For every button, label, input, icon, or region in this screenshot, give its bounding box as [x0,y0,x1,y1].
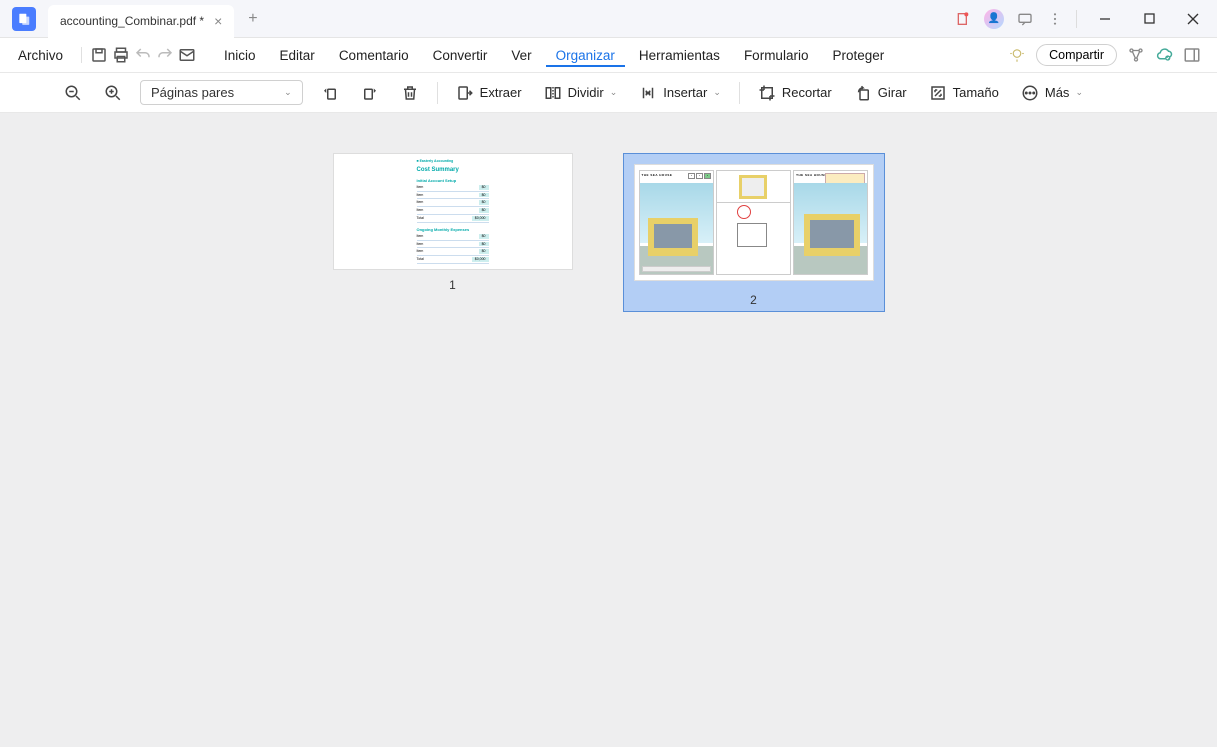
tab-title: accounting_Combinar.pdf * [60,14,204,28]
menu-ver[interactable]: Ver [501,44,541,67]
page-thumbnail-1[interactable]: ■ Easterly Accounting Cost Summary Initi… [333,153,573,292]
split-button[interactable]: Dividir⌄ [540,82,622,104]
zoom-out-button[interactable] [60,82,86,104]
zoom-in-button[interactable] [100,82,126,104]
chevron-down-icon: ⌄ [610,87,618,98]
title-bar: accounting_Combinar.pdf * × + 👤 [0,0,1217,38]
more-icon[interactable] [1046,10,1064,28]
redo-icon[interactable] [156,46,174,64]
rotate-right-button[interactable] [357,82,383,104]
rotate-left-button[interactable] [317,82,343,104]
maximize-button[interactable] [1133,3,1165,35]
page-selection-value: Páginas pares [151,85,234,100]
menu-organizar[interactable]: Organizar [546,44,625,67]
page-selection-dropdown[interactable]: Páginas pares ⌄ [140,80,303,105]
insert-button[interactable]: Insertar⌄ [635,82,725,104]
page-number: 2 [750,293,757,307]
lightbulb-icon[interactable] [1008,46,1026,64]
page-preview: THE SEA HOUSE xxx THE SEA HOUSE [634,164,874,281]
minimize-button[interactable] [1089,3,1121,35]
undo-icon[interactable] [134,46,152,64]
chat-icon[interactable] [1016,10,1034,28]
page-number: 1 [449,278,456,292]
menu-bar: Archivo Inicio Editar Comentario Convert… [0,38,1217,73]
close-tab-icon[interactable]: × [214,13,222,29]
document-tab[interactable]: accounting_Combinar.pdf * × [48,5,234,38]
page-preview: ■ Easterly Accounting Cost Summary Initi… [333,153,573,270]
extract-button[interactable]: Extraer [452,82,526,104]
menu-herramientas[interactable]: Herramientas [629,44,730,67]
cloud-icon[interactable] [1155,46,1173,64]
divider [81,47,82,63]
app-logo-icon [12,7,36,31]
chevron-down-icon: ⌄ [713,87,721,98]
crop-button[interactable]: Recortar [754,82,836,104]
delete-page-button[interactable] [397,82,423,104]
menu-comentario[interactable]: Comentario [329,44,419,67]
chevron-down-icon: ⌄ [284,87,292,98]
menu-convertir[interactable]: Convertir [423,44,498,67]
menu-file[interactable]: Archivo [8,44,73,67]
size-button[interactable]: Tamaño [925,82,1003,104]
divider [739,82,740,104]
menu-inicio[interactable]: Inicio [214,44,266,67]
mail-icon[interactable] [178,46,196,64]
divider [1076,10,1077,28]
notification-icon[interactable] [954,10,972,28]
rotate-button[interactable]: Girar [850,82,911,104]
share-button[interactable]: Compartir [1036,44,1117,66]
close-window-button[interactable] [1177,3,1209,35]
organize-toolbar: Páginas pares ⌄ Extraer Dividir⌄ Inserta… [0,73,1217,113]
page-thumbnail-2[interactable]: THE SEA HOUSE xxx THE SEA HOUSE 2 [623,153,885,312]
connect-icon[interactable] [1127,46,1145,64]
menu-editar[interactable]: Editar [270,44,325,67]
page-organizer-workspace: ■ Easterly Accounting Cost Summary Initi… [0,113,1217,747]
print-icon[interactable] [112,46,130,64]
user-avatar-icon[interactable]: 👤 [984,9,1004,29]
panel-icon[interactable] [1183,46,1201,64]
divider [437,82,438,104]
menu-formulario[interactable]: Formulario [734,44,819,67]
save-icon[interactable] [90,46,108,64]
more-button[interactable]: Más⌄ [1017,82,1087,104]
menu-proteger[interactable]: Proteger [822,44,894,67]
add-tab-button[interactable]: + [234,10,271,28]
chevron-down-icon: ⌄ [1075,87,1083,98]
